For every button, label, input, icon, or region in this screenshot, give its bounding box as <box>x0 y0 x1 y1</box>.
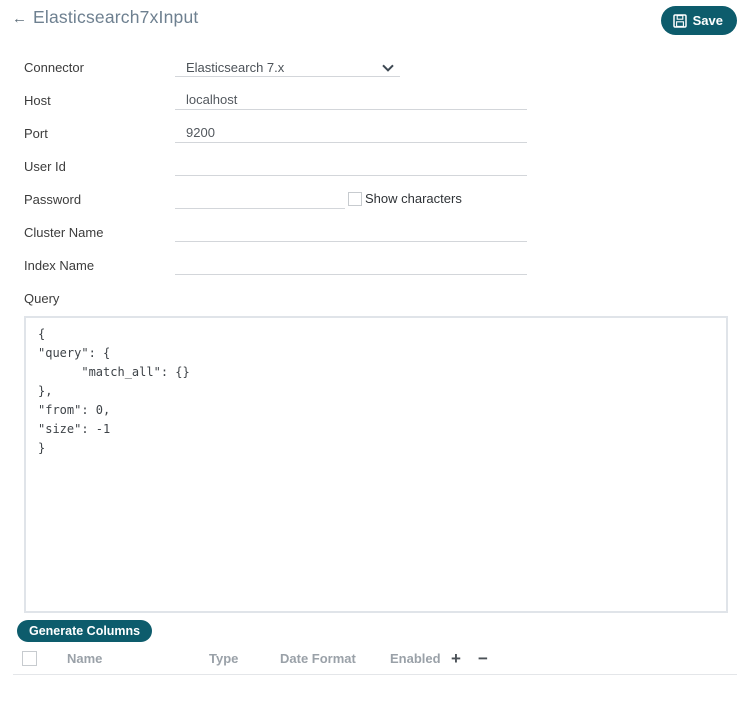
query-textarea[interactable]: { "query": { "match_all": {} }, "from": … <box>24 316 728 613</box>
cluster-name-input[interactable] <box>175 223 527 240</box>
columns-divider <box>13 674 737 675</box>
column-header-name: Name <box>67 650 103 666</box>
columns-table-header: Name Type Date Format Enabled + − <box>0 648 741 668</box>
connector-form: Connector Elasticsearch 7.x Host Port <box>24 58 527 309</box>
show-characters-label: Show characters <box>365 191 462 206</box>
add-column-icon[interactable]: + <box>451 650 461 667</box>
connector-selected-value: Elasticsearch 7.x <box>186 59 285 75</box>
port-row: Port <box>24 124 527 157</box>
column-header-enabled: Enabled <box>390 650 441 666</box>
select-all-checkbox[interactable] <box>22 650 37 666</box>
host-row: Host <box>24 91 527 124</box>
password-label: Password <box>24 192 82 207</box>
column-header-date-format: Date Format <box>280 650 356 666</box>
show-characters-checkbox[interactable] <box>348 191 362 206</box>
chevron-down-icon <box>382 59 394 77</box>
port-input[interactable] <box>175 124 527 141</box>
query-row: Query <box>24 289 527 309</box>
password-input[interactable] <box>175 190 345 207</box>
show-characters-option[interactable]: Show characters <box>348 190 462 206</box>
user-id-label: User Id <box>24 159 66 174</box>
user-id-input[interactable] <box>175 157 527 174</box>
cluster-name-row: Cluster Name <box>24 223 527 256</box>
save-button[interactable]: Save <box>660 6 737 35</box>
generate-columns-button[interactable]: Generate Columns <box>17 620 153 642</box>
password-row: Password Show characters <box>24 190 527 223</box>
page-title: Elasticsearch7xInput <box>33 7 199 27</box>
save-button-label: Save <box>692 13 723 28</box>
connector-label: Connector <box>24 60 84 75</box>
index-name-input[interactable] <box>175 256 527 273</box>
index-name-row: Index Name <box>24 256 527 289</box>
host-label: Host <box>24 93 51 108</box>
port-label: Port <box>24 126 48 141</box>
cluster-name-label: Cluster Name <box>24 225 104 240</box>
column-header-type: Type <box>209 650 239 666</box>
save-icon <box>672 13 687 28</box>
index-name-label: Index Name <box>24 258 95 273</box>
user-id-row: User Id <box>24 157 527 190</box>
connector-select[interactable]: Elasticsearch 7.x <box>175 58 400 77</box>
remove-column-icon[interactable]: − <box>478 650 488 667</box>
host-input[interactable] <box>175 91 527 108</box>
connector-settings-page: ← Elasticsearch7xInput Save Connector El… <box>0 0 741 702</box>
back-button[interactable]: ← <box>8 8 31 29</box>
query-label: Query <box>24 291 60 306</box>
connector-row: Connector Elasticsearch 7.x <box>24 58 527 91</box>
